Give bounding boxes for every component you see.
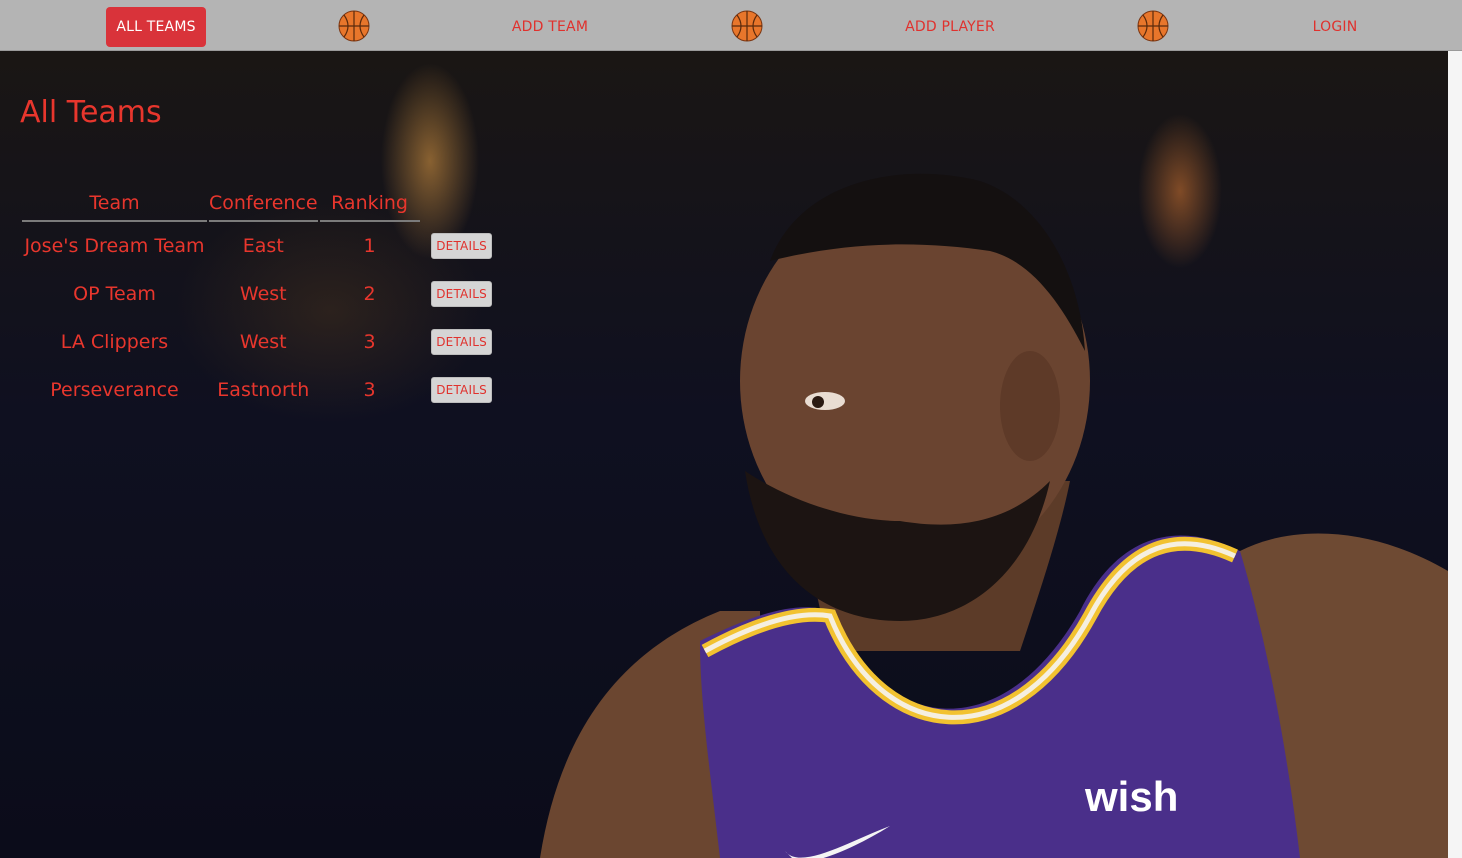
team-conference: West: [239, 283, 287, 305]
basketball-icon: [1137, 10, 1169, 42]
svg-text:wish: wish: [1084, 773, 1178, 820]
header-team: Team: [22, 188, 207, 222]
team-conference: East: [242, 235, 284, 257]
details-button[interactable]: DETAILS: [431, 377, 492, 403]
team-ranking: 3: [363, 331, 376, 353]
header-conference: Conference: [209, 188, 318, 222]
team-ranking: 1: [363, 235, 376, 257]
nav-add-team[interactable]: ADD TEAM: [500, 7, 600, 47]
details-button[interactable]: DETAILS: [431, 281, 492, 307]
team-ranking: 3: [363, 379, 376, 401]
header-ranking: Ranking: [319, 188, 420, 222]
nav-login[interactable]: LOGIN: [1300, 7, 1370, 47]
basketball-icon: [338, 10, 370, 42]
basketball-player-photo: wish: [540, 173, 1448, 858]
table-row: Perseverance Eastnorth 3 DETAILS: [22, 366, 502, 414]
page-title: All Teams: [20, 95, 162, 130]
details-button[interactable]: DETAILS: [431, 233, 492, 259]
header-actions: [422, 188, 502, 222]
hero-background-photo: wish: [0, 51, 1448, 858]
nav-add-player[interactable]: ADD PLAYER: [895, 7, 1005, 47]
table-row: Jose's Dream Team East 1 DETAILS: [22, 222, 502, 270]
page-scrollbar[interactable]: [1448, 51, 1462, 858]
team-name: LA Clippers: [60, 331, 169, 353]
team-name: Jose's Dream Team: [24, 235, 205, 257]
team-ranking: 2: [363, 283, 376, 305]
table-header-row: Team Conference Ranking: [22, 188, 502, 222]
teams-table: Team Conference Ranking Jose's Dream Tea…: [20, 188, 504, 414]
table-row: LA Clippers West 3 DETAILS: [22, 318, 502, 366]
table-row: OP Team West 2 DETAILS: [22, 270, 502, 318]
team-conference: West: [239, 331, 287, 353]
team-name: OP Team: [73, 283, 156, 305]
details-button[interactable]: DETAILS: [431, 329, 492, 355]
nav-all-teams[interactable]: ALL TEAMS: [106, 7, 206, 47]
team-name: Perseverance: [50, 379, 179, 401]
team-conference: Eastnorth: [217, 379, 310, 401]
basketball-icon: [731, 10, 763, 42]
top-navbar: ALL TEAMS ADD TEAM ADD PLAYER LOGIN: [0, 0, 1462, 51]
